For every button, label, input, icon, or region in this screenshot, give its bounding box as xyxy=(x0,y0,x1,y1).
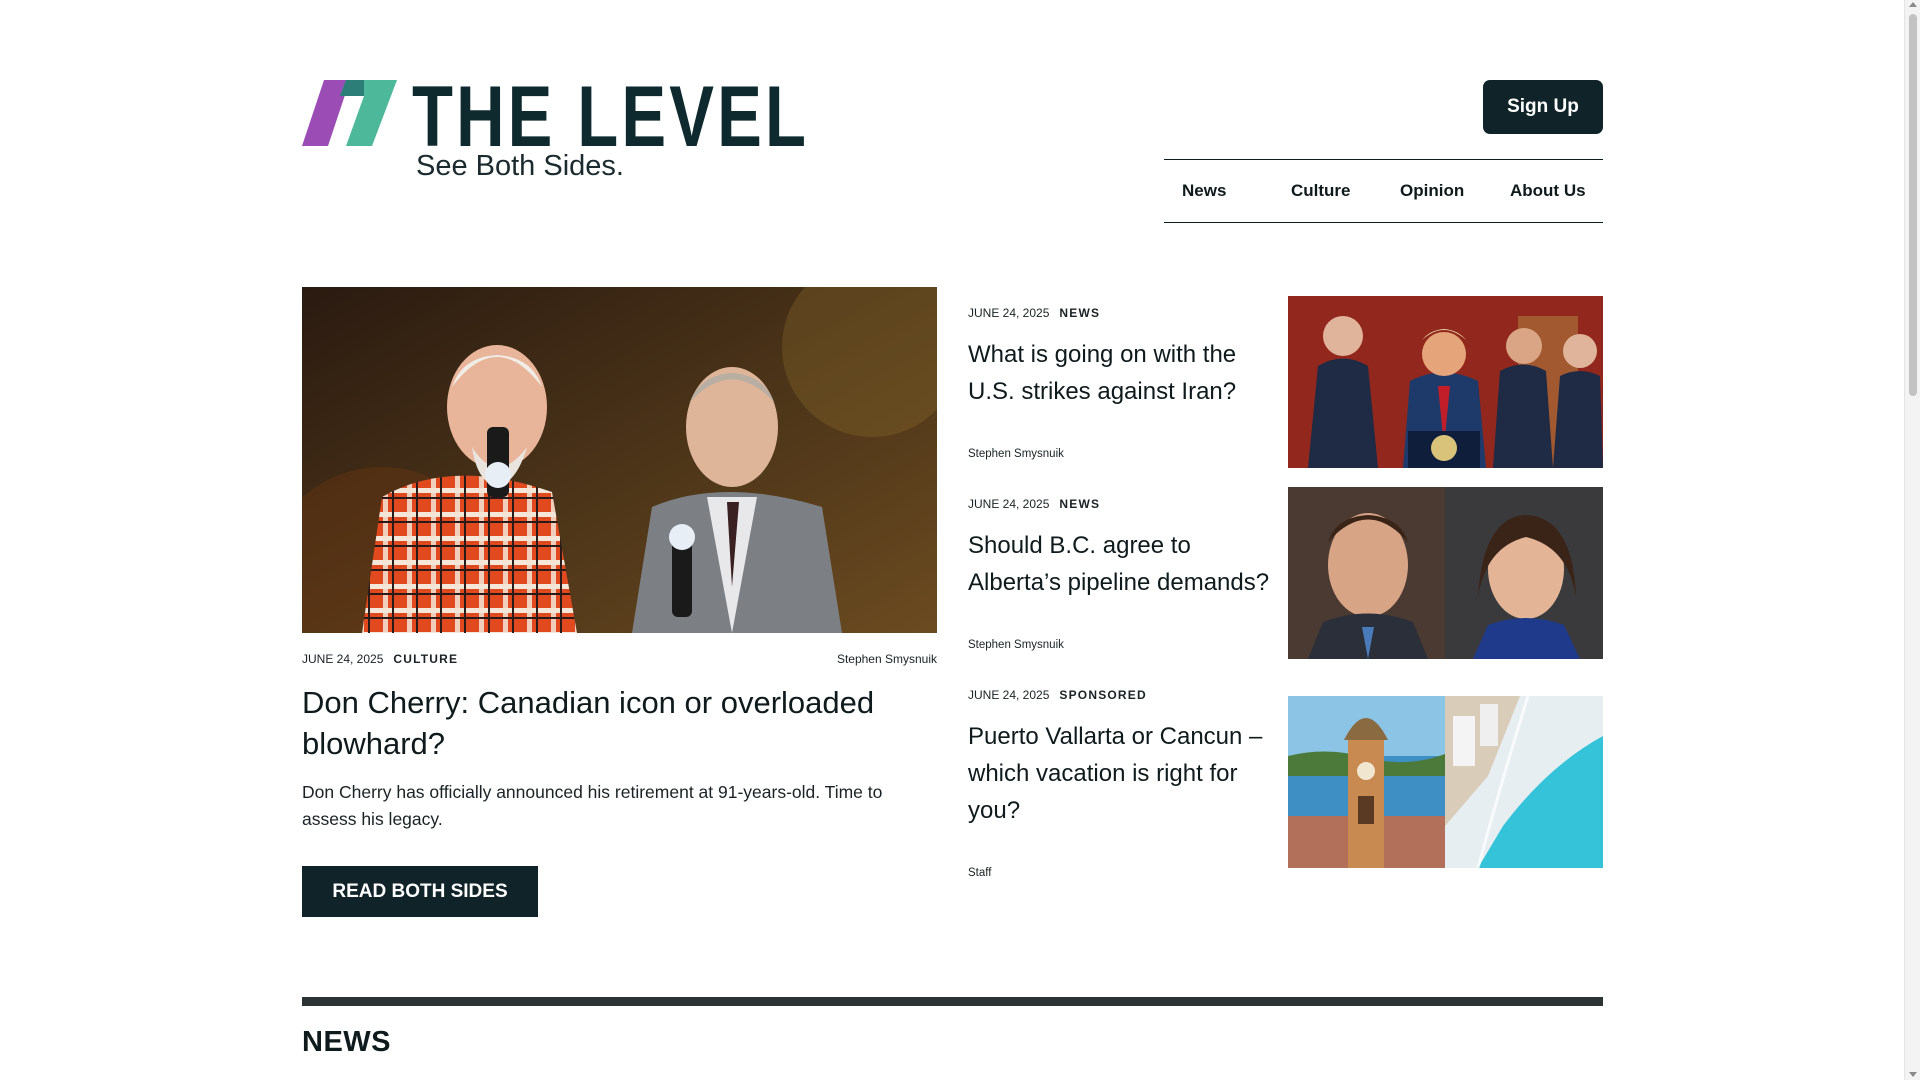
side-article-image[interactable] xyxy=(1288,296,1603,468)
featured-article-meta: JUNE 24, 2025 CULTURE xyxy=(302,652,458,666)
featured-photo-icon xyxy=(302,287,937,633)
politicians-photo-icon xyxy=(1288,487,1603,659)
site-logo[interactable]: THE LEVEL See Both Sides. xyxy=(302,74,806,190)
scroll-up-icon[interactable] xyxy=(1909,2,1917,7)
section-title-news: NEWS xyxy=(302,1026,391,1058)
featured-article-author[interactable]: Stephen Smysnuik xyxy=(837,652,937,666)
page-scrollbar[interactable] xyxy=(1904,0,1920,1080)
side-article-author[interactable]: Stephen Smysnuik xyxy=(968,448,1064,460)
side-article-author[interactable]: Staff xyxy=(968,867,991,879)
nav-item-about-us[interactable]: About Us xyxy=(1510,181,1586,201)
nav-item-culture[interactable]: Culture xyxy=(1291,181,1351,201)
side-article-image[interactable] xyxy=(1288,696,1603,868)
logo-wordmark: THE LEVEL xyxy=(412,69,810,165)
featured-article-excerpt: Don Cherry has officially announced his … xyxy=(302,782,883,829)
side-article-image[interactable] xyxy=(1288,487,1603,659)
nav-item-news[interactable]: News xyxy=(1182,181,1226,201)
side-article-category[interactable]: NEWS xyxy=(1059,306,1100,320)
nav-item-opinion[interactable]: Opinion xyxy=(1400,181,1464,201)
side-article-meta: JUNE 24, 2025 SPONSORED xyxy=(968,688,1147,702)
side-article-meta: JUNE 24, 2025 NEWS xyxy=(968,497,1100,511)
side-article-meta: JUNE 24, 2025 NEWS xyxy=(968,306,1100,320)
logo-mark-icon xyxy=(302,80,397,146)
side-article-category[interactable]: NEWS xyxy=(1059,497,1100,511)
sign-up-button[interactable]: Sign Up xyxy=(1483,80,1603,134)
vacation-destinations-photo-icon xyxy=(1288,696,1603,868)
side-article-date: JUNE 24, 2025 xyxy=(968,688,1050,702)
side-article-category[interactable]: SPONSORED xyxy=(1059,688,1146,702)
side-article-date: JUNE 24, 2025 xyxy=(968,497,1050,511)
scroll-down-icon[interactable] xyxy=(1909,1072,1917,1077)
press-conference-photo-icon xyxy=(1288,296,1603,468)
side-article-date: JUNE 24, 2025 xyxy=(968,306,1050,320)
side-article-title[interactable]: Should B.C. agree to Alberta’s pipeline … xyxy=(968,527,1273,601)
side-article-author[interactable]: Stephen Smysnuik xyxy=(968,639,1064,651)
section-divider xyxy=(302,997,1603,1006)
featured-article-title[interactable]: Don Cherry: Canadian icon or overloaded … xyxy=(302,682,922,764)
main-nav: News Culture Opinion About Us xyxy=(1164,159,1603,223)
side-article-title[interactable]: What is going on with the U.S. strikes a… xyxy=(968,336,1273,410)
featured-article-category[interactable]: CULTURE xyxy=(393,652,458,666)
read-both-sides-button[interactable]: READ BOTH SIDES xyxy=(302,866,538,917)
logo-tagline: See Both Sides. xyxy=(416,150,624,182)
scrollbar-thumb[interactable] xyxy=(1909,14,1917,396)
featured-article-date: JUNE 24, 2025 xyxy=(302,652,384,666)
featured-article-image[interactable] xyxy=(302,287,937,633)
side-article-title[interactable]: Puerto Vallarta or Cancun – which vacati… xyxy=(968,718,1273,829)
